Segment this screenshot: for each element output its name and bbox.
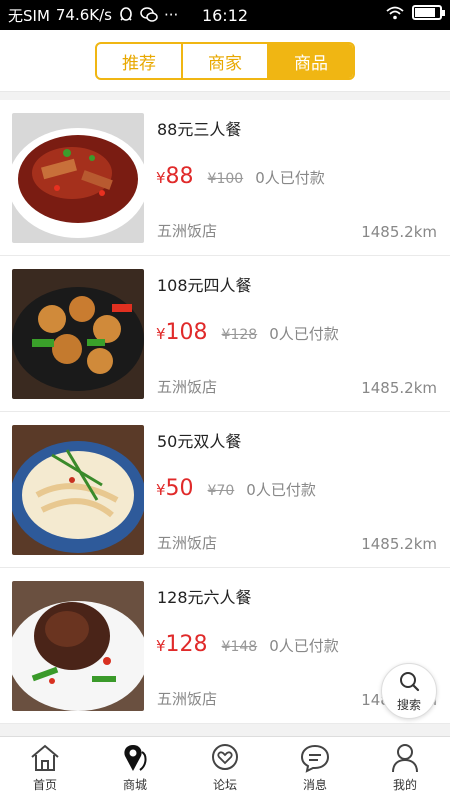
product-image <box>12 425 144 555</box>
user-icon <box>392 744 418 773</box>
tab-recommend[interactable]: 推荐 <box>97 44 183 78</box>
product-price: ¥88 <box>156 164 194 189</box>
map-pin-icon <box>124 745 147 771</box>
tab-label: 我的 <box>392 778 417 792</box>
header: 推荐 商家 商品 <box>0 30 450 92</box>
tab-mall[interactable]: 商城 <box>90 737 180 800</box>
product-image <box>12 113 144 243</box>
paid-count: 0人已付款 <box>269 637 339 655</box>
shop-name: 五洲饭店 <box>157 690 218 708</box>
segmented-control: 推荐 商家 商品 <box>95 42 355 80</box>
search-icon <box>400 671 420 691</box>
home-icon <box>31 744 59 771</box>
product-name: 88元三人餐 <box>157 120 242 139</box>
message-icon <box>300 744 330 773</box>
tab-label: 商城 <box>122 778 147 792</box>
search-label: 搜索 <box>396 697 421 712</box>
product-price: ¥108 <box>156 320 208 345</box>
tab-messages[interactable]: 消息 <box>270 737 360 800</box>
tab-label: 首页 <box>32 778 57 792</box>
product-item[interactable]: 108元四人餐 ¥108 ¥128 0人已付款 五洲饭店 1485.2km <box>0 256 450 412</box>
product-name: 128元六人餐 <box>157 588 252 607</box>
product-item[interactable]: 88元三人餐 ¥88 ¥100 0人已付款 五洲饭店 1485.2km <box>0 100 450 256</box>
product-image <box>12 581 144 711</box>
original-price: ¥128 <box>221 327 258 343</box>
paid-count: 0人已付款 <box>246 481 316 499</box>
product-name: 50元双人餐 <box>157 432 242 451</box>
shop-name: 五洲饭店 <box>157 378 218 396</box>
shop-name: 五洲饭店 <box>157 534 218 552</box>
distance: 1485.2km <box>361 535 437 553</box>
status-time: 16:12 <box>201 6 249 25</box>
heart-chat-icon <box>212 744 238 770</box>
tab-profile[interactable]: 我的 <box>360 737 450 800</box>
bottom-tab-bar: 首页 商城 论坛 消息 我的 <box>0 736 450 800</box>
original-price: ¥70 <box>207 483 235 499</box>
tab-home[interactable]: 首页 <box>0 737 90 800</box>
shop-name: 五洲饭店 <box>157 222 218 240</box>
tab-label: 消息 <box>302 778 327 792</box>
tab-label: 论坛 <box>212 778 237 792</box>
tab-merchants[interactable]: 商家 <box>183 44 269 78</box>
original-price: ¥148 <box>221 639 258 655</box>
product-image <box>12 269 144 399</box>
product-price: ¥50 <box>156 476 194 501</box>
battery-icon <box>412 5 445 20</box>
paid-count: 0人已付款 <box>255 169 325 187</box>
paid-count: 0人已付款 <box>269 325 339 343</box>
wifi-icon <box>386 6 404 19</box>
product-price: ¥128 <box>156 632 208 657</box>
distance: 1485.2km <box>361 223 437 241</box>
search-button[interactable]: 搜索 <box>381 663 437 719</box>
product-item[interactable]: 50元双人餐 ¥50 ¥70 0人已付款 五洲饭店 1485.2km <box>0 412 450 568</box>
product-list: 88元三人餐 ¥88 ¥100 0人已付款 五洲饭店 1485.2km 108元… <box>0 100 450 724</box>
status-bar: 无SIM 74.6K/s ··· 16:12 <box>0 0 450 30</box>
original-price: ¥100 <box>207 171 244 187</box>
product-name: 108元四人餐 <box>157 276 252 295</box>
tab-products[interactable]: 商品 <box>269 44 353 78</box>
tab-forum[interactable]: 论坛 <box>180 737 270 800</box>
distance: 1485.2km <box>361 379 437 397</box>
battery-fill <box>415 8 436 17</box>
